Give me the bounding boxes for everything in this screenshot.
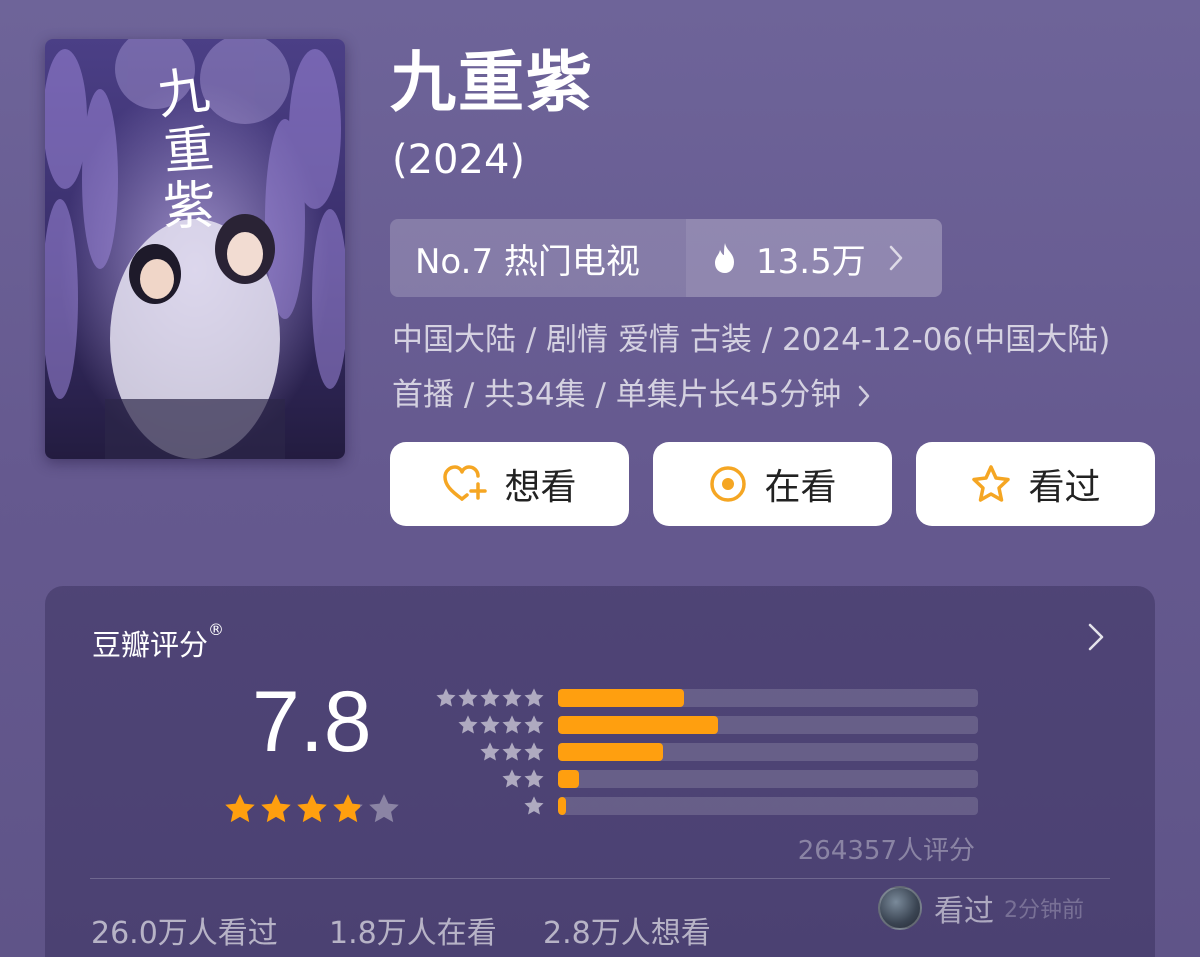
small-star-icon bbox=[523, 795, 545, 817]
meta-info-line1: 中国大陆 / 剧情 爱情 古装 / 2024-12-06(中国大陆) bbox=[392, 322, 1111, 358]
small-star-icon bbox=[501, 714, 523, 736]
rating-star-icon bbox=[331, 792, 365, 826]
distribution-bar-fill bbox=[558, 797, 567, 815]
registered-mark: ® bbox=[208, 620, 225, 639]
distribution-stars bbox=[425, 741, 545, 763]
chevron-right-icon bbox=[857, 384, 871, 408]
rating-count: 264357人评分 bbox=[797, 836, 975, 866]
small-star-icon bbox=[479, 714, 501, 736]
distribution-stars bbox=[425, 714, 545, 736]
star-outline-icon bbox=[970, 464, 1012, 504]
distribution-stars bbox=[425, 795, 545, 817]
small-star-icon bbox=[523, 687, 545, 709]
watching-button[interactable]: 在看 bbox=[653, 442, 892, 526]
heat-value: 13.5万 bbox=[756, 241, 866, 282]
svg-text:紫: 紫 bbox=[163, 177, 215, 237]
rating-star-icon bbox=[223, 792, 257, 826]
divider bbox=[90, 878, 1110, 879]
watched-button[interactable]: 看过 bbox=[916, 442, 1155, 526]
friend-activity-time: 2分钟前 bbox=[1004, 898, 1084, 923]
heart-plus-icon bbox=[442, 464, 488, 504]
distribution-bar bbox=[558, 797, 978, 815]
small-star-icon bbox=[501, 768, 523, 790]
svg-text:重: 重 bbox=[162, 120, 216, 181]
watched-label: 看过 bbox=[1028, 467, 1101, 508]
chevron-right-icon bbox=[888, 244, 904, 272]
distribution-bar-fill bbox=[558, 716, 718, 734]
ranking-banner[interactable]: No.7 热门电视 13.5万 bbox=[390, 219, 942, 297]
distribution-bar bbox=[558, 689, 978, 707]
small-star-icon bbox=[501, 687, 523, 709]
rank-label: No.7 热门电视 bbox=[390, 219, 686, 297]
poster-illustration: 九 重 紫 bbox=[45, 39, 345, 459]
rating-card[interactable]: 豆瓣评分® 7.8 264357人评分 26.0万人看过 1.8万人在看 2.8… bbox=[45, 586, 1155, 957]
small-star-icon bbox=[479, 687, 501, 709]
rating-star-icon bbox=[295, 792, 329, 826]
small-star-icon bbox=[523, 741, 545, 763]
watching-label: 在看 bbox=[764, 467, 837, 508]
distribution-bar-fill bbox=[558, 689, 684, 707]
small-star-icon bbox=[435, 687, 457, 709]
rating-title: 豆瓣评分® bbox=[92, 620, 225, 664]
page-title: 九重紫 bbox=[390, 44, 594, 121]
small-star-icon bbox=[501, 741, 523, 763]
want-to-watch-button[interactable]: 想看 bbox=[390, 442, 629, 526]
watching-count[interactable]: 1.8万人在看 bbox=[329, 908, 497, 952]
small-star-icon bbox=[457, 714, 479, 736]
target-circle-icon bbox=[708, 464, 748, 504]
heat-indicator[interactable]: 13.5万 bbox=[686, 219, 942, 297]
distribution-bar-fill bbox=[558, 770, 579, 788]
release-year: (2024) bbox=[392, 137, 526, 183]
distribution-bar bbox=[558, 743, 978, 761]
want-to-watch-label: 想看 bbox=[504, 467, 577, 508]
small-star-icon bbox=[457, 687, 479, 709]
rating-title-text: 豆瓣评分 bbox=[92, 628, 209, 662]
watched-count[interactable]: 26.0万人看过 bbox=[91, 908, 278, 952]
avatar bbox=[878, 886, 922, 930]
rating-score: 7.8 bbox=[252, 674, 372, 770]
want-count[interactable]: 2.8万人想看 bbox=[543, 908, 711, 952]
distribution-bar bbox=[558, 770, 978, 788]
poster-image[interactable]: 九 重 紫 bbox=[45, 39, 345, 459]
small-star-icon bbox=[523, 768, 545, 790]
distribution-stars bbox=[425, 687, 545, 709]
friend-activity[interactable]: 看过 2分钟前 bbox=[878, 886, 1084, 930]
chevron-right-icon[interactable] bbox=[1087, 622, 1105, 652]
friend-activity-label: 看过 bbox=[934, 894, 994, 929]
distribution-bar-fill bbox=[558, 743, 663, 761]
meta-info-text: 首播 / 共34集 / 单集片长45分钟 bbox=[392, 377, 842, 413]
small-star-icon bbox=[479, 741, 501, 763]
meta-info-line2[interactable]: 首播 / 共34集 / 单集片长45分钟 bbox=[392, 380, 871, 411]
rating-star-icon bbox=[367, 792, 401, 826]
distribution-bar bbox=[558, 716, 978, 734]
distribution-stars bbox=[425, 768, 545, 790]
rating-star-icon bbox=[259, 792, 293, 826]
small-star-icon bbox=[523, 714, 545, 736]
svg-text:九: 九 bbox=[153, 60, 213, 127]
rating-stars bbox=[223, 792, 401, 826]
flame-icon bbox=[712, 242, 738, 274]
